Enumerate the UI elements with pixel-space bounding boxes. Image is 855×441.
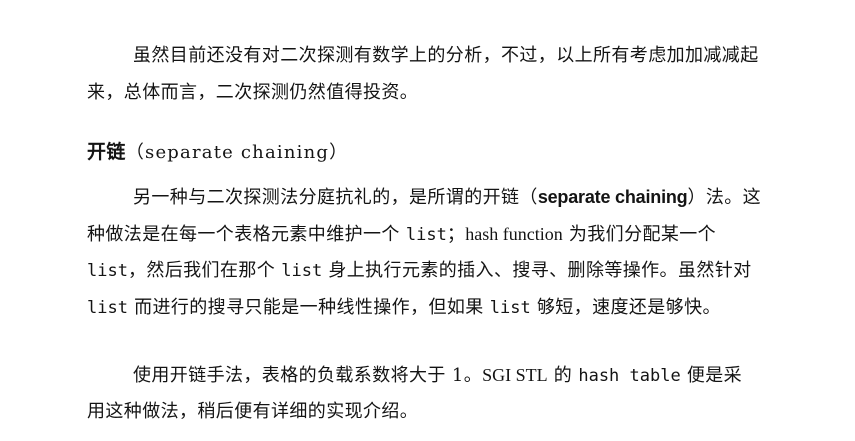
code-list: list bbox=[489, 298, 531, 318]
para3-l1-text-a: 使用开链手法，表格的负载系数将大于 1。 bbox=[133, 365, 483, 386]
para2-l3-text-b: ，然后我们在那个 bbox=[127, 260, 282, 281]
para1-line2: 来，总体而言，二次探测仍然值得投资。 bbox=[87, 82, 419, 103]
para2-l1-text-a: 另一种与二次探测法分庭抗礼的，是所谓的开链（ bbox=[133, 187, 538, 208]
para2-line4: list 而进行的搜寻只能是一种线性操作，但如果 list 够短，速度还是够快。 bbox=[87, 296, 721, 320]
para2-line3: list，然后我们在那个 list 身上执行元素的插入、搜寻、删除等操作。虽然针… bbox=[87, 259, 752, 283]
code-list: list bbox=[405, 225, 447, 245]
para3-line2: 用这种做法，稍后便有详细的实现介绍。 bbox=[87, 401, 419, 422]
term-separate-chaining: separate chaining bbox=[537, 187, 688, 207]
term-hash-function: hash function bbox=[465, 224, 563, 244]
code-list: list bbox=[87, 298, 128, 318]
para2-l2-text-c: ； bbox=[446, 224, 466, 245]
para2-line2: 种做法是在每一个表格元素中维护一个 list；hash function 为我们… bbox=[87, 222, 716, 247]
code-hash-table: hash table bbox=[578, 366, 681, 386]
para2-l4-text-d: 够短，速度还是够快。 bbox=[530, 297, 721, 318]
section-title-cn: 开链 bbox=[87, 141, 126, 163]
section-heading: 开链（separate chaining） bbox=[87, 140, 348, 165]
para2-l2-text-a: 种做法是在每一个表格元素中维护一个 bbox=[87, 224, 406, 245]
para2-l2-text-e: 为我们分配某一个 bbox=[562, 224, 717, 245]
para3-line1: 使用开链手法，表格的负载系数将大于 1。SGI STL 的 hash table… bbox=[133, 363, 742, 388]
code-list: list bbox=[281, 261, 323, 281]
para2-line1: 另一种与二次探测法分庭抗礼的，是所谓的开链（separate chaining）… bbox=[133, 185, 761, 210]
term-sgi-stl: SGI STL bbox=[482, 365, 548, 385]
section-title-en: （separate chaining） bbox=[125, 142, 349, 163]
para2-l3-text-d: 身上执行元素的插入、搜寻、删除等操作。虽然针对 bbox=[322, 260, 752, 281]
para3-l1-text-c: 的 bbox=[547, 365, 579, 386]
para2-l4-text-b: 而进行的搜寻只能是一种线性操作，但如果 bbox=[127, 297, 490, 318]
para3-l1-text-e: 便是采 bbox=[680, 365, 743, 386]
para1-line1: 虽然目前还没有对二次探测有数学上的分析，不过，以上所有考虑加加减减起 bbox=[133, 45, 759, 66]
code-list: list bbox=[87, 261, 128, 281]
para2-l1-text-c: ）法。这 bbox=[687, 187, 762, 208]
